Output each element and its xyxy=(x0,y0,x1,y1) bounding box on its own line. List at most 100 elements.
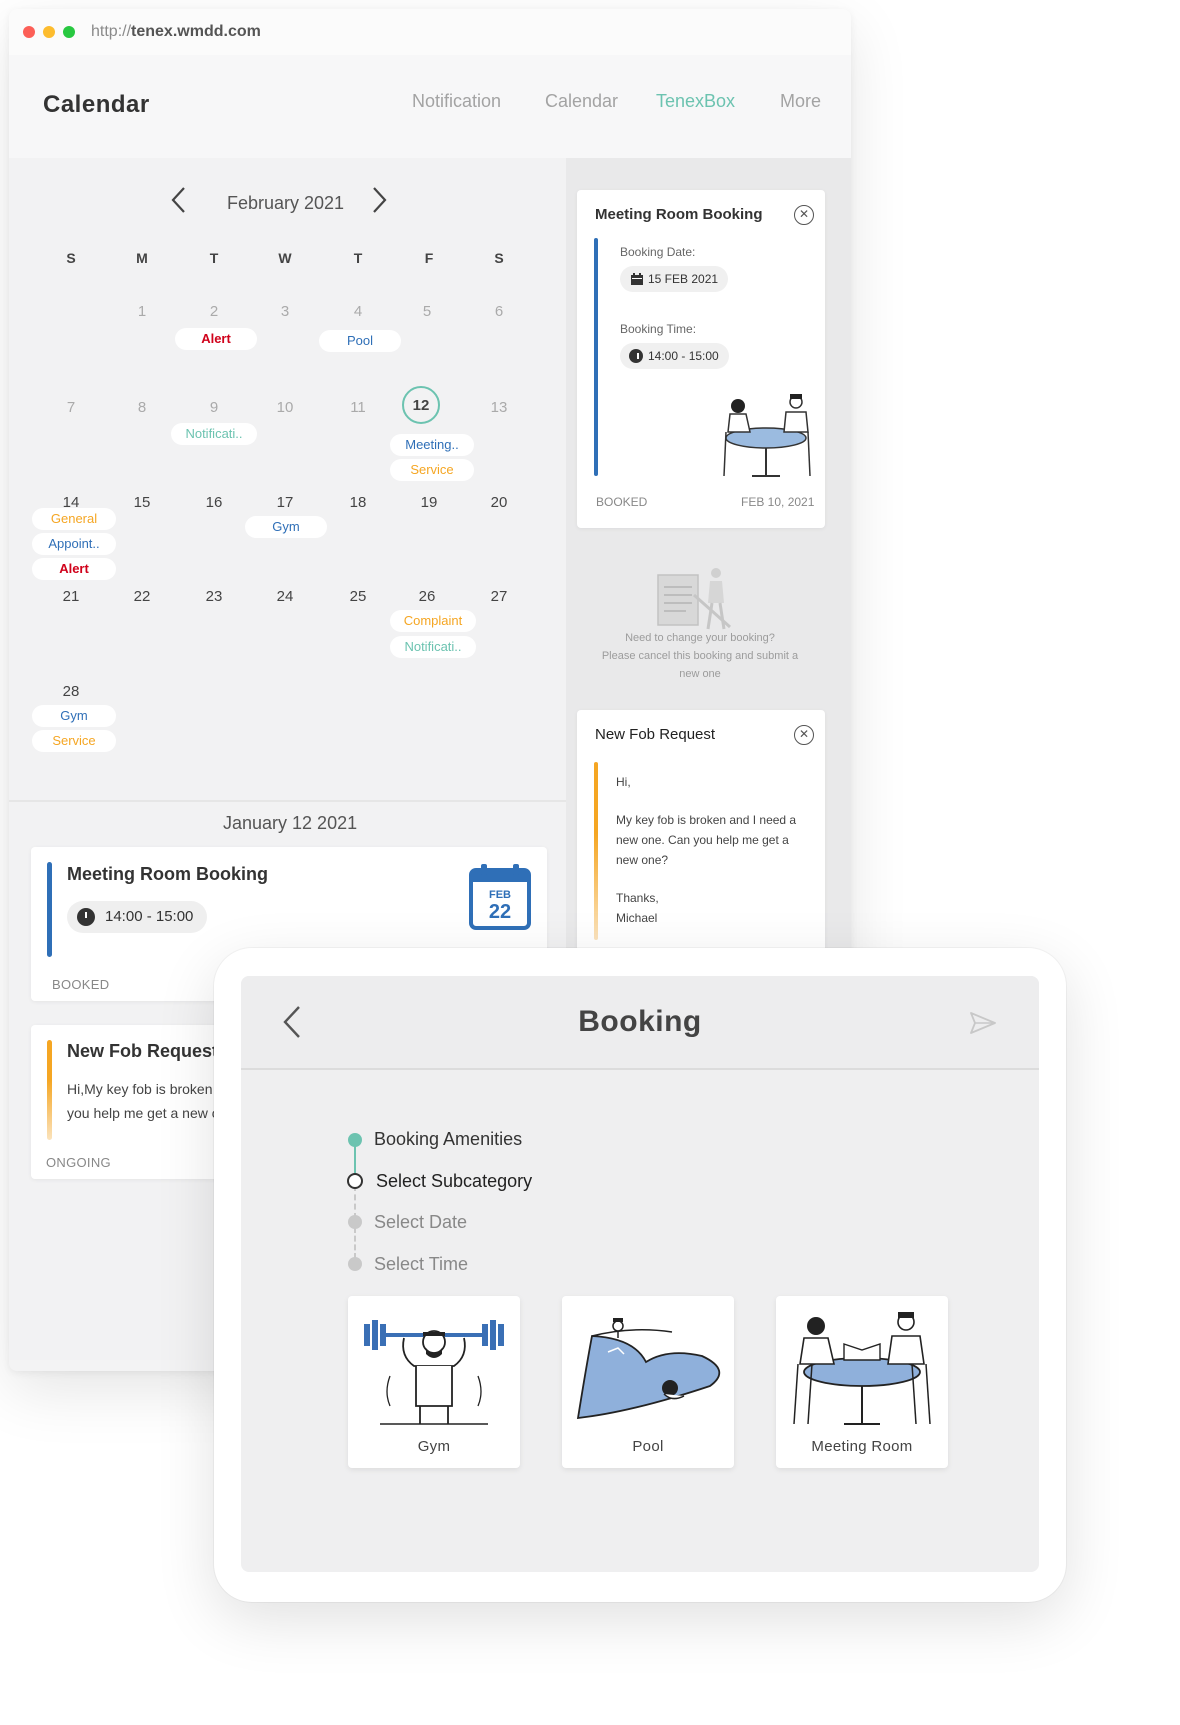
maximize-window-button[interactable] xyxy=(63,26,75,38)
day-cell[interactable]: 19 xyxy=(414,494,444,511)
minimize-window-button[interactable] xyxy=(43,26,55,38)
day-cell[interactable]: 11 xyxy=(343,399,373,416)
day-cell[interactable]: 24 xyxy=(270,588,300,605)
meeting-illustration xyxy=(723,394,811,477)
step-done-dot xyxy=(348,1133,362,1147)
nav-more[interactable]: More xyxy=(780,91,821,112)
weekday-sat: S xyxy=(494,250,504,266)
event-pill[interactable]: General xyxy=(32,508,116,530)
booking-detail-title: Meeting Room Booking xyxy=(595,206,763,223)
step-label[interactable]: Booking Amenities xyxy=(374,1129,522,1150)
next-month-button[interactable] xyxy=(368,185,390,215)
day-cell[interactable]: 18 xyxy=(343,494,373,511)
card-accent-bar xyxy=(594,238,598,476)
weekday-tue: T xyxy=(209,250,219,266)
day-cell[interactable]: 22 xyxy=(127,588,157,605)
day-cell[interactable]: 25 xyxy=(343,588,373,605)
close-icon[interactable]: ✕ xyxy=(794,205,814,225)
clock-icon xyxy=(77,908,95,926)
step-connector xyxy=(354,1185,356,1219)
nav-calendar[interactable]: Calendar xyxy=(545,91,618,112)
send-icon[interactable] xyxy=(968,1008,998,1038)
clock-icon xyxy=(629,349,643,363)
status-badge: ONGOING xyxy=(46,1155,111,1170)
step-current-dot xyxy=(347,1173,363,1189)
day-cell[interactable]: 27 xyxy=(484,588,514,605)
url-prefix: http:// xyxy=(91,23,132,40)
day-cell[interactable]: 13 xyxy=(484,399,514,416)
day-cell[interactable]: 7 xyxy=(56,399,86,416)
card-title: Meeting Room Booking xyxy=(67,864,268,884)
option-meeting-room-label: Meeting Room xyxy=(811,1438,913,1455)
booking-time-label: Booking Time: xyxy=(620,322,697,336)
help-line: Please cancel this booking and submit a xyxy=(601,650,799,662)
calendar-small-icon xyxy=(631,273,643,285)
status-badge: BOOKED xyxy=(52,977,110,992)
url-text[interactable]: http://tenex.wmdd.com xyxy=(91,23,261,41)
day-cell[interactable]: 28 xyxy=(56,683,86,700)
booking-title: Booking xyxy=(578,1005,702,1038)
fob-body-line: new one. Can you help me get a xyxy=(616,833,789,847)
gym-illustration xyxy=(364,1320,504,1425)
day-cell[interactable]: 5 xyxy=(412,303,442,320)
day-cell[interactable]: 16 xyxy=(199,494,229,511)
event-pill[interactable]: Service xyxy=(32,730,116,752)
status-badge: BOOKED xyxy=(596,495,648,509)
card-accent-bar xyxy=(47,862,52,957)
day-cell[interactable]: 6 xyxy=(484,303,514,320)
step-pending-dot xyxy=(348,1257,362,1271)
day-cell[interactable]: 23 xyxy=(199,588,229,605)
booking-created-date: FEB 10, 2021 xyxy=(741,495,815,509)
back-button[interactable] xyxy=(280,1004,304,1040)
nav-notification[interactable]: Notification xyxy=(412,91,501,112)
fob-greeting: Hi, xyxy=(616,775,631,789)
day-cell[interactable]: 20 xyxy=(484,494,514,511)
booking-date-label: Booking Date: xyxy=(620,245,696,259)
event-pill[interactable]: Notificati.. xyxy=(171,423,257,445)
event-pill[interactable]: Meeting.. xyxy=(390,434,474,456)
list-date: January 12 2021 xyxy=(223,813,358,833)
day-cell[interactable]: 26 xyxy=(412,588,442,605)
event-pill[interactable]: Gym xyxy=(32,705,116,727)
step-label[interactable]: Select Subcategory xyxy=(376,1171,532,1192)
fob-detail-title: New Fob Request xyxy=(595,726,716,743)
event-pill[interactable]: Alert xyxy=(175,328,257,350)
day-cell[interactable]: 8 xyxy=(127,399,157,416)
page-title: Calendar xyxy=(43,91,150,118)
step-label: Select Time xyxy=(374,1254,469,1274)
prev-month-button[interactable] xyxy=(168,185,190,215)
day-cell[interactable]: 3 xyxy=(270,303,300,320)
fob-signoff: Thanks, xyxy=(616,891,659,905)
cancel-help-text: Need to change your booking? Please canc… xyxy=(586,629,814,683)
weekday-fri: F xyxy=(424,250,434,266)
card-accent-bar xyxy=(594,762,598,940)
weekday-sun: S xyxy=(66,250,76,266)
event-pill[interactable]: Alert xyxy=(32,558,116,580)
event-pill[interactable]: Appoint.. xyxy=(32,533,116,555)
nav-tenexbox[interactable]: TenexBox xyxy=(656,91,735,112)
badge-day: 22 xyxy=(489,901,511,923)
close-icon[interactable]: ✕ xyxy=(794,725,814,745)
fob-body-line: My key fob is broken and I need a xyxy=(616,813,797,827)
day-cell[interactable]: 2 xyxy=(199,303,229,320)
event-pill[interactable]: Complaint xyxy=(390,610,476,632)
day-cell[interactable]: 1 xyxy=(127,303,157,320)
day-cell[interactable]: 10 xyxy=(270,399,300,416)
day-cell[interactable]: 15 xyxy=(127,494,157,511)
url-host: tenex.wmdd.com xyxy=(131,23,261,40)
event-pill[interactable]: Pool xyxy=(319,330,401,352)
close-window-button[interactable] xyxy=(23,26,35,38)
day-cell[interactable]: 4 xyxy=(343,303,373,320)
fob-body-line: new one? xyxy=(616,853,669,867)
step-connector xyxy=(354,1227,356,1259)
event-pill[interactable]: Notificati.. xyxy=(390,636,476,658)
day-cell[interactable]: 17 xyxy=(270,494,300,511)
day-cell[interactable]: 21 xyxy=(56,588,86,605)
day-cell[interactable]: 9 xyxy=(199,399,229,416)
month-label: February 2021 xyxy=(227,193,345,213)
step-label: Select Date xyxy=(374,1212,468,1232)
event-pill[interactable]: Gym xyxy=(245,516,327,538)
today-day-number: 12 xyxy=(412,397,430,414)
event-pill[interactable]: Service xyxy=(390,459,474,481)
pool-illustration xyxy=(576,1318,721,1420)
